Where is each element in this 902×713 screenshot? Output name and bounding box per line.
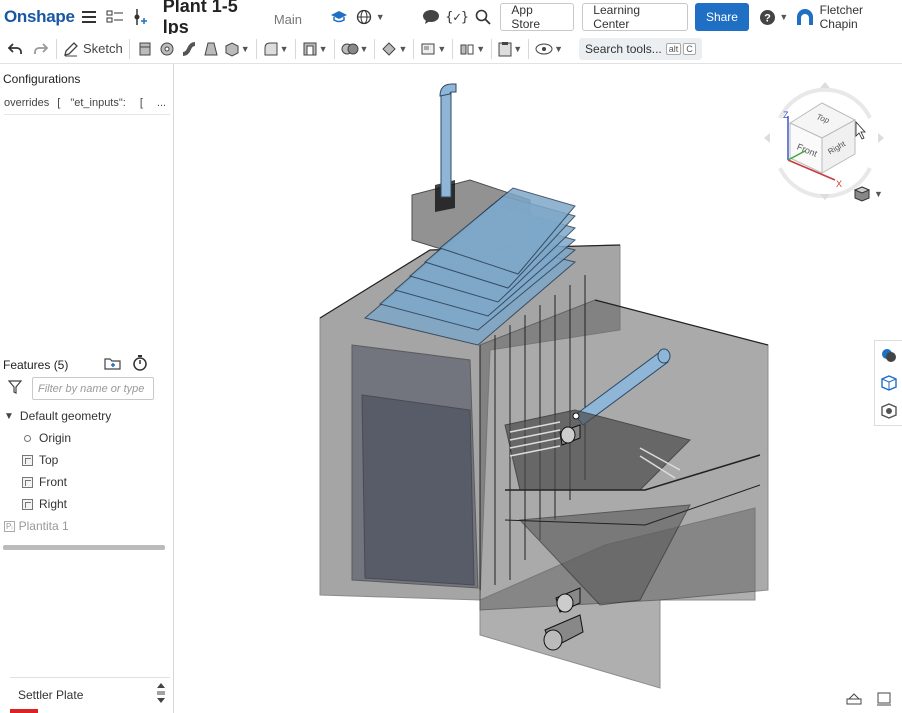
search-tools-label: Search tools...	[585, 41, 662, 56]
features-header: Features (5)	[3, 355, 171, 374]
axis-z-label: Z	[783, 110, 789, 120]
undo-icon[interactable]	[4, 37, 26, 61]
appearance-icon[interactable]	[881, 347, 897, 363]
chevron-down-icon[interactable]: ▼	[874, 189, 883, 199]
search-icon[interactable]	[472, 6, 493, 28]
shell-icon[interactable]: ▼	[300, 37, 330, 61]
boolean-icon[interactable]: ▼	[339, 37, 371, 61]
document-title[interactable]: Plant 1-5 lps	[163, 0, 266, 38]
thicken-icon[interactable]: ▼	[222, 37, 252, 61]
redo-icon[interactable]	[30, 37, 52, 61]
versions-icon[interactable]	[129, 6, 150, 28]
configurations-title[interactable]: Configurations	[3, 72, 80, 86]
plane-icon	[22, 476, 33, 488]
shortcut-key-alt: alt	[665, 42, 682, 55]
origin-icon	[24, 434, 31, 442]
tree-item-part-studio[interactable]: Pᵢ Plantita 1	[4, 519, 69, 533]
filter-row: Filter by name or type	[7, 377, 154, 400]
right-dock	[874, 340, 902, 426]
tab-settler-plate[interactable]: Settler Plate	[10, 677, 170, 711]
active-tab-indicator	[10, 709, 38, 713]
panel-scrollbar[interactable]	[3, 545, 165, 550]
feature-toolbar: Sketch ▼ ▼ ▼ ▼ ▼ ▼ ▼ ▼ ▼ Search tools...…	[0, 34, 902, 64]
extrude-icon[interactable]	[134, 37, 156, 61]
plane-tool-icon[interactable]: ▼	[418, 37, 448, 61]
measure-icon[interactable]: ▼	[533, 37, 565, 61]
chevron-down-icon[interactable]: ▼	[4, 411, 14, 422]
tree-item-label: Top	[39, 453, 59, 467]
axis-x-label: X	[836, 179, 842, 189]
tree-item-label: Front	[39, 475, 68, 489]
tree-item-top[interactable]: Top	[22, 453, 58, 467]
help-icon[interactable]: ?	[757, 6, 778, 28]
chevron-down-icon[interactable]: ▼	[376, 12, 385, 22]
rollback-timer-icon[interactable]	[132, 355, 148, 374]
configuration-row-value: [	[57, 97, 61, 109]
features-title: Features (5)	[3, 357, 69, 372]
view-mode-menu[interactable]: ▼	[854, 186, 883, 202]
sketch-label: Sketch	[83, 41, 123, 56]
tree-item-label: Plantita 1	[18, 519, 69, 533]
feature-filter-input[interactable]: Filter by name or type	[32, 377, 154, 400]
user-name[interactable]: Fletcher Chapin	[820, 3, 902, 31]
share-button[interactable]: Share	[694, 3, 749, 31]
sweep-icon[interactable]	[178, 37, 200, 61]
user-avatar-icon[interactable]	[794, 6, 815, 28]
default-geometry-label: Default geometry	[19, 409, 112, 423]
revolve-icon[interactable]	[156, 37, 178, 61]
tree-item-right[interactable]: Right	[22, 497, 67, 511]
fillet-icon[interactable]: ▼	[261, 37, 291, 61]
default-geometry-group[interactable]: ▼ Default geometry	[4, 409, 111, 423]
tree-item-origin[interactable]: Origin	[22, 431, 71, 445]
onshape-logo[interactable]: Onshape	[4, 7, 75, 27]
tab-scroll-arrows-icon[interactable]	[156, 681, 166, 708]
plane-icon	[22, 498, 33, 510]
loft-icon[interactable]	[200, 37, 222, 61]
graphics-viewport[interactable]: Top Front Right Z X	[175, 64, 902, 713]
shortcut-key-c: C	[683, 42, 696, 55]
globe-icon[interactable]	[353, 6, 374, 28]
tree-item-label: Right	[39, 497, 68, 511]
configuration-row-more: ...	[156, 97, 167, 109]
mirror-icon[interactable]: ▼	[457, 37, 487, 61]
search-tools-button[interactable]: Search tools... alt C	[579, 37, 702, 60]
mouse-cursor-icon	[855, 120, 866, 140]
svg-text:?: ?	[764, 12, 771, 24]
clipboard-icon[interactable]: ▼	[496, 37, 524, 61]
tree-item-label: Origin	[39, 431, 72, 445]
tab-label: Settler Plate	[18, 687, 84, 702]
sketch-button[interactable]: Sketch	[61, 37, 125, 61]
transform-icon[interactable]: ▼	[379, 37, 409, 61]
comment-icon[interactable]	[421, 6, 442, 28]
tree-item-front[interactable]: Front	[22, 475, 67, 489]
configuration-row[interactable]: overrides [ "et_inputs": [ ...	[4, 97, 170, 109]
section-view-icon[interactable]	[846, 692, 862, 706]
pencil-icon	[64, 41, 78, 56]
part-studio-icon: Pᵢ	[4, 520, 15, 532]
top-bar: Onshape Plant 1-5 lps Main ▼ {✓} App Sto…	[0, 0, 902, 37]
filter-icon[interactable]	[7, 380, 23, 397]
variables-icon[interactable]: {✓}	[445, 6, 468, 28]
named-views-icon[interactable]	[876, 692, 892, 706]
configuration-row-value: "et_inputs":	[70, 97, 126, 109]
add-folder-icon[interactable]	[104, 356, 122, 373]
feature-panel: Configurations overrides [ "et_inputs": …	[0, 64, 174, 713]
parts-cube-icon[interactable]	[880, 375, 897, 391]
feature-list-icon[interactable]	[104, 6, 125, 28]
branch-label[interactable]: Main	[274, 12, 302, 27]
app-store-button[interactable]: App Store	[500, 3, 575, 31]
cube-shaded-icon[interactable]	[854, 186, 870, 202]
plane-icon	[22, 454, 33, 466]
configuration-row-value: [	[139, 97, 143, 109]
mate-connector-icon[interactable]	[880, 403, 897, 419]
chevron-down-icon[interactable]: ▼	[779, 12, 788, 22]
learning-center-button[interactable]: Learning Center	[582, 3, 688, 31]
configuration-row-label: overrides	[4, 97, 50, 109]
graduation-cap-icon[interactable]	[328, 6, 349, 28]
hamburger-menu-icon[interactable]	[79, 6, 100, 28]
